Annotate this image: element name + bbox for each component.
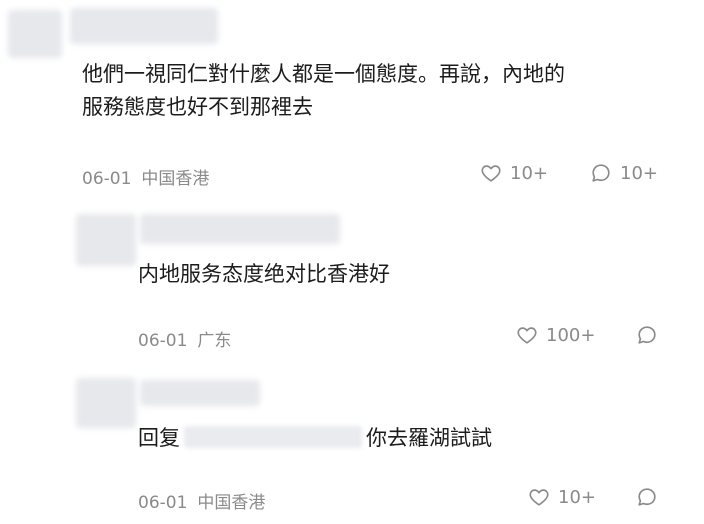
username[interactable] [140, 380, 260, 406]
comment-item: 回复 你去羅湖試試 06-01 中国香港 10+ [0, 370, 704, 524]
comment-item: 内地服务态度绝对比香港好 06-01 广东 100+ [0, 200, 704, 370]
comment-location: 广东 [197, 331, 232, 351]
like-count: 10+ [510, 162, 548, 184]
reply-button[interactable] [636, 486, 658, 508]
heart-icon [529, 489, 549, 506]
heart-icon [517, 327, 537, 344]
like-button[interactable]: 10+ [480, 162, 548, 184]
avatar[interactable] [76, 214, 136, 266]
comment-date: 06-01 [138, 331, 188, 351]
comment-bubble-icon [638, 488, 656, 506]
comment-meta: 06-01 中国香港 [82, 164, 209, 189]
comment-date: 06-01 [82, 169, 132, 189]
avatar[interactable] [8, 10, 62, 58]
comment-item: 他們一視同仁對什麼人都是一個態度。再說，內地的 服務態度也好不到那裡去 06-0… [0, 0, 704, 200]
comment-bubble-icon [592, 164, 610, 182]
comment-meta: 06-01 广东 [138, 326, 231, 351]
comment-text: 内地服务态度绝对比香港好 [138, 262, 390, 286]
comment-text: 他們一視同仁對什麼人都是一個態度。再說，內地的 服務態度也好不到那裡去 [82, 62, 565, 119]
heart-icon [481, 165, 501, 182]
comment-date: 06-01 [138, 493, 188, 513]
like-button[interactable]: 100+ [516, 324, 595, 346]
username[interactable] [70, 8, 218, 44]
reply-text: 你去羅湖試試 [366, 426, 492, 450]
username[interactable] [140, 214, 340, 244]
comment-text: 回复 你去羅湖試試 [138, 422, 492, 455]
comment-location: 中国香港 [197, 493, 266, 513]
reply-prefix: 回复 [138, 426, 180, 450]
like-button[interactable]: 10+ [528, 486, 596, 508]
reply-count: 10+ [620, 162, 658, 184]
like-count: 100+ [546, 324, 596, 346]
like-count: 10+ [558, 486, 596, 508]
redacted-username [184, 426, 362, 448]
reply-button[interactable]: 10+ [590, 162, 658, 184]
comment-meta: 06-01 中国香港 [138, 488, 265, 513]
comment-bubble-icon [638, 326, 656, 344]
reply-button[interactable] [636, 324, 658, 346]
comment-location: 中国香港 [141, 169, 210, 189]
avatar[interactable] [76, 378, 136, 428]
